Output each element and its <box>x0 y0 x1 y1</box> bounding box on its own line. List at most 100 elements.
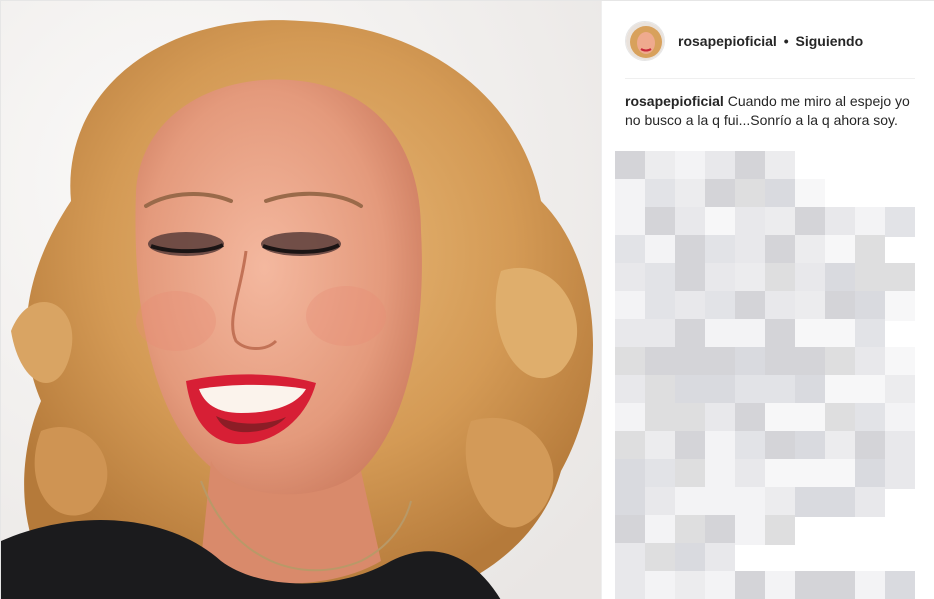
pixel-block <box>615 151 645 181</box>
pixelated-comments-area <box>615 151 934 599</box>
pixel-block <box>735 207 765 237</box>
post-caption: rosapepioficial Cuando me miro al espejo… <box>625 92 915 130</box>
pixel-block <box>855 263 885 293</box>
pixel-block <box>855 207 885 237</box>
pixel-block <box>855 319 885 349</box>
pixel-block <box>735 179 765 209</box>
instagram-post: rosapepioficial • Siguiendo rosapepiofic… <box>0 0 934 599</box>
pixel-block <box>795 263 825 293</box>
pixel-block <box>795 235 825 265</box>
pixel-block <box>645 347 675 377</box>
pixel-block <box>885 375 915 405</box>
pixel-block <box>795 319 825 349</box>
pixel-block <box>645 571 675 599</box>
caption-username-link[interactable]: rosapepioficial <box>625 93 724 109</box>
pixel-block <box>795 459 825 489</box>
pixel-block <box>765 235 795 265</box>
header-text: rosapepioficial • Siguiendo <box>678 33 863 49</box>
pixel-block <box>765 291 795 321</box>
pixel-block <box>705 179 735 209</box>
pixel-block <box>825 487 855 517</box>
pixel-block <box>885 291 915 321</box>
pixel-block <box>675 263 705 293</box>
pixel-block <box>705 543 735 573</box>
pixel-block <box>825 319 855 349</box>
pixel-block <box>885 403 915 433</box>
pixel-block <box>855 347 885 377</box>
pixel-block <box>855 571 885 599</box>
pixel-block <box>705 235 735 265</box>
pixel-block <box>675 179 705 209</box>
pixel-block <box>765 515 795 545</box>
pixel-block <box>645 375 675 405</box>
pixel-block <box>825 263 855 293</box>
pixel-block <box>735 571 765 599</box>
pixel-block <box>885 431 915 461</box>
pixel-block <box>795 347 825 377</box>
pixel-block <box>675 207 705 237</box>
pixel-block <box>735 291 765 321</box>
pixel-block <box>825 571 855 599</box>
pixel-block <box>615 347 645 377</box>
pixel-block <box>765 487 795 517</box>
pixel-block <box>645 543 675 573</box>
pixel-block <box>735 263 765 293</box>
pixel-block <box>645 515 675 545</box>
pixel-block <box>885 347 915 377</box>
pixel-block <box>735 487 765 517</box>
pixel-block <box>615 487 645 517</box>
pixel-block <box>735 431 765 461</box>
avatar[interactable] <box>625 21 665 61</box>
avatar-image <box>626 22 664 60</box>
pixel-block <box>645 459 675 489</box>
pixel-block <box>855 235 885 265</box>
pixel-block <box>675 235 705 265</box>
pixel-block <box>855 375 885 405</box>
pixel-block <box>615 515 645 545</box>
pixel-block <box>645 431 675 461</box>
pixel-block <box>855 291 885 321</box>
pixel-block <box>825 235 855 265</box>
portrait-image <box>1 1 601 599</box>
pixel-block <box>825 347 855 377</box>
pixel-block <box>615 543 645 573</box>
pixel-block <box>885 571 915 599</box>
pixel-block <box>765 431 795 461</box>
pixel-block <box>885 207 915 237</box>
pixel-block <box>735 515 765 545</box>
pixel-block <box>615 207 645 237</box>
pixel-block <box>765 319 795 349</box>
pixel-block <box>735 235 765 265</box>
pixel-block <box>795 179 825 209</box>
post-side-panel: rosapepioficial • Siguiendo rosapepiofic… <box>601 1 934 599</box>
pixel-block <box>765 571 795 599</box>
pixel-block <box>645 151 675 181</box>
pixel-block <box>825 375 855 405</box>
pixel-block <box>675 291 705 321</box>
pixel-block <box>645 291 675 321</box>
pixel-block <box>825 291 855 321</box>
header-divider <box>625 78 915 79</box>
pixel-block <box>765 179 795 209</box>
author-username-link[interactable]: rosapepioficial <box>678 33 777 49</box>
pixel-block <box>885 459 915 489</box>
pixel-block <box>705 431 735 461</box>
pixel-block <box>615 431 645 461</box>
pixel-block <box>615 403 645 433</box>
pixel-block <box>705 459 735 489</box>
pixel-block <box>765 347 795 377</box>
pixel-block <box>795 431 825 461</box>
pixel-block <box>705 571 735 599</box>
pixel-block <box>855 403 885 433</box>
pixel-block <box>615 319 645 349</box>
pixel-block <box>885 263 915 293</box>
pixel-block <box>675 571 705 599</box>
following-button[interactable]: Siguiendo <box>796 33 864 49</box>
pixel-block <box>615 179 645 209</box>
post-photo[interactable] <box>1 1 601 599</box>
pixel-block <box>615 459 645 489</box>
pixel-block <box>615 263 645 293</box>
pixel-block <box>645 207 675 237</box>
pixel-block <box>735 319 765 349</box>
pixel-block <box>705 263 735 293</box>
